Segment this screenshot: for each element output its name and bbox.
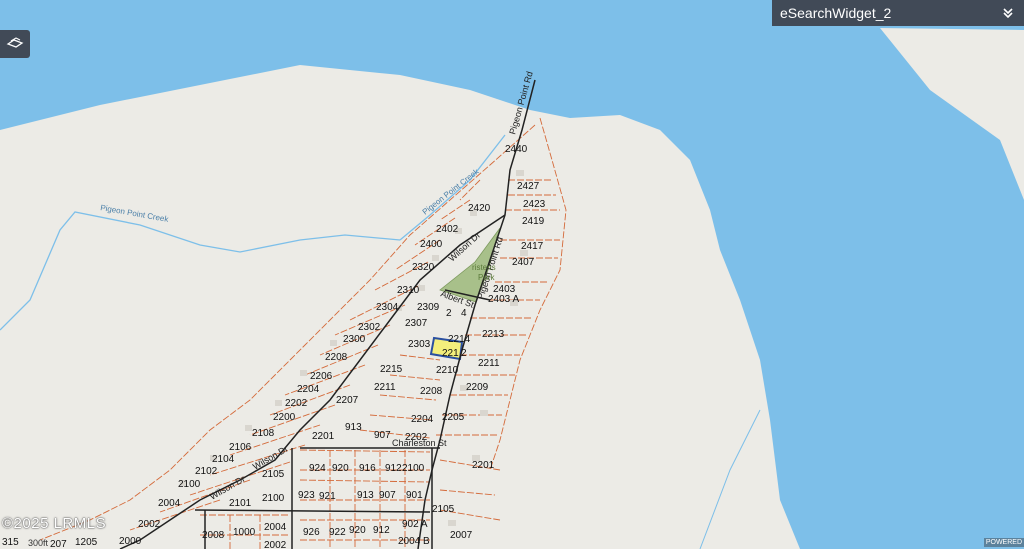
copyright-text: ©2025 LRMLS (2, 515, 107, 532)
lot-label: 2403 A (488, 294, 519, 305)
lot-label: 901 (406, 490, 423, 501)
lot-label: 2407 (512, 257, 535, 268)
lot-label: 2002 (264, 540, 287, 549)
lot-label: 1205 (75, 537, 98, 548)
lot-label: 2200 (273, 412, 296, 423)
lot-label: 2004 B (398, 536, 430, 547)
lot-label: 2310 (397, 285, 420, 296)
lot-label: 916 (359, 463, 376, 474)
lot-label: 2201 (472, 460, 495, 471)
park-label-1: ristens (472, 263, 496, 272)
lot-label: 2208 (420, 386, 443, 397)
basemap-toggle-button[interactable] (0, 30, 30, 58)
lot-label: 2002 (138, 519, 161, 530)
lot-label: 2307 (405, 318, 428, 329)
lot-label: 2007 (450, 530, 473, 541)
lot-label: 1000 (233, 527, 256, 538)
lot-label: 921 (319, 491, 336, 502)
lot-label: 912 (385, 463, 402, 474)
lot-label: 924 (309, 463, 326, 474)
lot-label: 2108 (252, 428, 275, 439)
lot-label: 2208 (325, 352, 348, 363)
lot-label: 923 (298, 490, 315, 501)
lot-label: 2204 (297, 384, 320, 395)
lot-label: 2101 (229, 498, 252, 509)
lot-label: 2104 (212, 454, 235, 465)
lot-label: 2105 (432, 504, 455, 515)
lot-label: 2303 (408, 339, 431, 350)
lot-label: 913 (357, 490, 374, 501)
lot-label: 2205 (442, 412, 465, 423)
lot-label: 907 (374, 430, 391, 441)
lot-label: 2207 (336, 395, 359, 406)
lot-label: 926 (303, 527, 320, 538)
lot-label: 913 (345, 422, 362, 433)
lot-label: 2300 (343, 334, 366, 345)
lot-label: 2004 (264, 522, 287, 533)
lot-label: 2204 (411, 414, 434, 425)
lot-label: 2211 (374, 382, 396, 393)
scale-bar-label: 300ft (28, 538, 49, 548)
lot-label: 2 (446, 308, 452, 319)
lot-label: 2100 (402, 463, 425, 474)
lot-label: 2004 (158, 498, 181, 509)
lot-label: 2209 (466, 382, 489, 393)
powered-by-label[interactable]: POWERED (983, 538, 1024, 547)
lot-label: 2202 (405, 432, 428, 443)
lot-label: 2202 (285, 398, 308, 409)
lot-label: 2420 (468, 203, 491, 214)
lot-label: 2000 (119, 536, 142, 547)
lot-label: 920 (349, 525, 366, 536)
lot-label: 2105 (262, 469, 285, 480)
park-label-2: Park (478, 273, 495, 282)
lot-label: 207 (50, 539, 67, 549)
lot-label: 2320 (412, 262, 435, 273)
lot-label: 2213 (482, 329, 505, 340)
lot-label: 2309 (417, 302, 440, 313)
lot-label: 221 (442, 348, 459, 359)
lot-label: 2206 (310, 371, 333, 382)
lot-label: 2214 (448, 334, 471, 345)
collapse-chevron-icon[interactable] (1002, 7, 1014, 19)
lot-label: 2302 (358, 322, 381, 333)
widget-title: eSearchWidget_2 (780, 5, 892, 21)
lot-label: 315 (2, 537, 19, 548)
lot-label: 902 A (402, 519, 428, 530)
lot-label: 2210 (436, 365, 459, 376)
lot-label: 922 (329, 527, 346, 538)
basemap-icon (6, 35, 24, 54)
lot-label: 2304 (376, 302, 399, 313)
lot-label: 2402 (436, 224, 459, 235)
lot-label: 2423 (523, 199, 546, 210)
lot-label: 2100 (178, 479, 201, 490)
lot-label: 2008 (202, 530, 225, 541)
lot-label: 2427 (517, 181, 540, 192)
lot-label: 2211 (478, 358, 500, 369)
lot-label: 2417 (521, 241, 544, 252)
lot-label: 2419 (522, 216, 545, 227)
lot-label: 2 (461, 348, 467, 359)
parcel-map[interactable]: Pigeon Point Creek Pigeon Point Creek Pi… (0, 0, 1024, 549)
lot-label: 2106 (229, 442, 252, 453)
lot-label: 2201 (312, 431, 335, 442)
lot-label: 2215 (380, 364, 403, 375)
lot-label: 4 (461, 308, 467, 319)
lot-label: 907 (379, 490, 396, 501)
lot-label: 920 (332, 463, 349, 474)
lot-label: 2400 (420, 239, 443, 250)
lot-label: 912 (373, 525, 390, 536)
widget-header: eSearchWidget_2 (772, 0, 1024, 26)
lot-label: 2102 (195, 466, 218, 477)
lot-label: 2440 (505, 144, 528, 155)
lot-label: 2100 (262, 493, 285, 504)
